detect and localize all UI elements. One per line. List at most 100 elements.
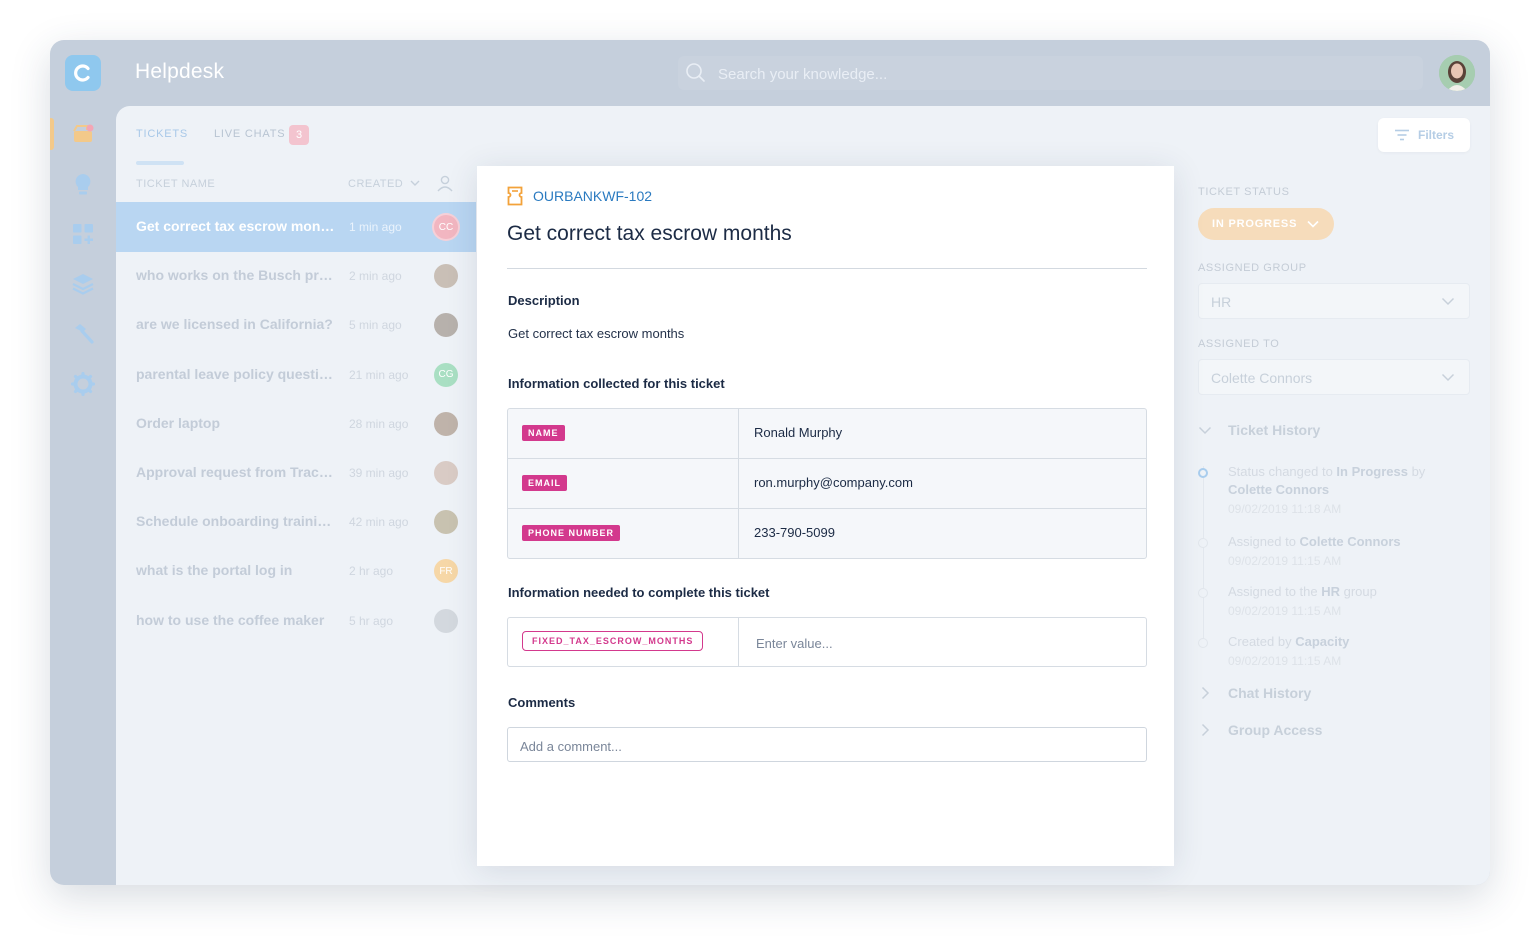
ticket-row-time: 1 min ago xyxy=(349,220,402,234)
history-entry-text: Status changed to In Progress by Colette… xyxy=(1228,463,1468,499)
nav-settings[interactable] xyxy=(50,364,116,404)
search-input[interactable] xyxy=(716,61,1320,87)
ticket-history-toggle[interactable] xyxy=(1198,423,1212,442)
timeline-line xyxy=(1203,466,1204,646)
layers-icon xyxy=(72,274,94,295)
assignee-avatar xyxy=(434,313,458,338)
nav-inbox[interactable] xyxy=(50,114,116,154)
assignee-avatar xyxy=(434,411,458,436)
phone-number-tag: PHONE NUMBER xyxy=(522,525,621,541)
column-ticket-name[interactable]: TICKET NAME xyxy=(136,178,215,190)
ticket-row[interactable]: Approval request from Tracy... 39 min ago xyxy=(116,448,476,498)
ticket-list: TICKET NAME CREATED Get correct tax escr… xyxy=(116,166,476,885)
ticket-row-time: 42 min ago xyxy=(349,515,409,530)
history-highlight: Colette Connors xyxy=(1228,482,1330,497)
assignee-avatar xyxy=(434,461,458,485)
history-text: group xyxy=(1340,584,1377,599)
ticket-row-time: 28 min ago xyxy=(349,416,409,431)
fixed-tax-escrow-months-input[interactable] xyxy=(754,632,1138,654)
assignee-avatar: CG xyxy=(434,362,458,387)
info-key-cell: PHONE NUMBER xyxy=(508,509,739,558)
group-access-title[interactable]: Group Access xyxy=(1228,722,1322,738)
search-bar[interactable] xyxy=(678,56,1423,90)
assignee-avatar xyxy=(434,608,458,633)
chevron-down-icon xyxy=(1198,426,1212,435)
history-entry-date: 09/02/2019 11:18 AM xyxy=(1228,502,1342,516)
column-created[interactable]: CREATED xyxy=(348,178,420,190)
assigned-group-label: ASSIGNED GROUP xyxy=(1198,262,1307,274)
assignee-avatar: CC xyxy=(434,215,458,239)
history-highlight: In Progress xyxy=(1336,464,1408,479)
fixed-tax-escrow-months-tag: FIXED_TAX_ESCROW_MONTHS xyxy=(522,631,704,651)
info-key-cell: EMAIL xyxy=(508,459,739,508)
group-access-toggle[interactable] xyxy=(1198,723,1212,742)
email-value: ron.murphy@company.com xyxy=(754,475,913,490)
comments-heading: Comments xyxy=(508,695,576,710)
ticket-status-dropdown[interactable]: IN PROGRESS xyxy=(1198,208,1334,240)
ticket-row[interactable]: who works on the Busch proj... 2 min ago xyxy=(116,251,476,301)
ticket-detail-panel: OURBANKWF-102 Get correct tax escrow mon… xyxy=(477,166,1174,866)
ticket-row[interactable]: Order laptop 28 min ago xyxy=(116,399,476,449)
chat-history-title[interactable]: Chat History xyxy=(1228,685,1311,701)
assigned-to-select[interactable]: Colette Connors xyxy=(1198,359,1470,395)
ticket-row-name: Schedule onboarding trainin... xyxy=(136,513,336,530)
ticket-row[interactable]: how to use the coffee maker 5 hr ago xyxy=(116,596,476,646)
ticket-row-time: 5 min ago xyxy=(349,318,402,333)
ticket-row[interactable]: parental leave policy questio... 21 min a… xyxy=(116,350,476,400)
nav-build[interactable] xyxy=(50,314,116,354)
ticket-row-name: what is the portal log in xyxy=(136,562,293,579)
ticket-status-label: TICKET STATUS xyxy=(1198,186,1290,198)
app-logo[interactable] xyxy=(65,55,101,91)
ticket-sidebar: TICKET STATUS IN PROGRESS ASSIGNED GROUP… xyxy=(1174,166,1474,866)
tab-live-chats[interactable]: LIVE CHATS xyxy=(214,128,285,140)
description-text: Get correct tax escrow months xyxy=(508,326,685,341)
column-assignee[interactable] xyxy=(436,174,454,197)
history-highlight: HR xyxy=(1321,584,1341,599)
user-avatar-image xyxy=(1439,55,1475,91)
ticket-row-name: who works on the Busch proj... xyxy=(136,267,336,284)
assignee-avatar xyxy=(434,264,458,289)
nav-rail xyxy=(50,106,116,885)
phone-number-value: 233-790-5099 xyxy=(754,525,835,540)
chevron-down-icon xyxy=(1441,297,1455,306)
title-divider xyxy=(507,268,1147,269)
ticket-row-time: 2 hr ago xyxy=(349,564,394,579)
ticket-row-time: 5 hr ago xyxy=(349,613,394,628)
gear-icon xyxy=(71,372,95,396)
assigned-group-select[interactable]: HR xyxy=(1198,283,1470,319)
chat-history-toggle[interactable] xyxy=(1198,686,1212,705)
history-entry-text: Assigned to the HR group xyxy=(1228,583,1468,601)
nav-apps[interactable] xyxy=(50,214,116,254)
ticket-icon xyxy=(507,186,523,206)
timeline-dot xyxy=(1198,588,1208,598)
add-widget-icon xyxy=(73,224,93,244)
user-avatar[interactable] xyxy=(1439,55,1475,91)
info-row-phone: PHONE NUMBER 233-790-5099 xyxy=(508,509,1146,558)
ticket-status-value: IN PROGRESS xyxy=(1212,218,1298,230)
ticket-row-name: Order laptop xyxy=(136,414,221,431)
assignee-avatar: FR xyxy=(434,559,458,584)
nav-layers[interactable] xyxy=(50,264,116,304)
info-key-cell: NAME xyxy=(508,409,739,458)
ticket-row[interactable]: Schedule onboarding trainin... 42 min ago xyxy=(116,497,476,547)
comment-input[interactable] xyxy=(518,736,1122,756)
ticket-row[interactable]: are we licensed in California? 5 min ago xyxy=(116,300,476,350)
ticket-row[interactable]: what is the portal log in 2 hr ago FR xyxy=(116,546,476,596)
filters-button[interactable]: Filters xyxy=(1378,118,1470,152)
tab-live-chats-label: LIVE CHATS xyxy=(214,128,286,140)
active-tab-indicator xyxy=(136,161,184,165)
ticket-row-time: 39 min ago xyxy=(349,466,409,480)
name-value: Ronald Murphy xyxy=(754,425,843,440)
hammer-icon xyxy=(75,324,94,344)
ticket-history-title[interactable]: Ticket History xyxy=(1228,422,1320,438)
tab-tickets[interactable]: TICKETS xyxy=(136,128,188,140)
ticket-row[interactable]: Get correct tax escrow months 1 min ago CC xyxy=(116,202,476,252)
history-highlight: Capacity xyxy=(1295,634,1350,649)
comment-box[interactable] xyxy=(507,727,1147,762)
live-chats-badge: 3 xyxy=(289,125,309,145)
chevron-down-icon xyxy=(1307,220,1319,228)
assignee-avatar xyxy=(434,510,458,535)
ticket-id[interactable]: OURBANKWF-102 xyxy=(533,188,652,204)
nav-ideas[interactable] xyxy=(50,164,116,204)
ticket-row-name: Approval request from Tracy... xyxy=(136,464,336,480)
